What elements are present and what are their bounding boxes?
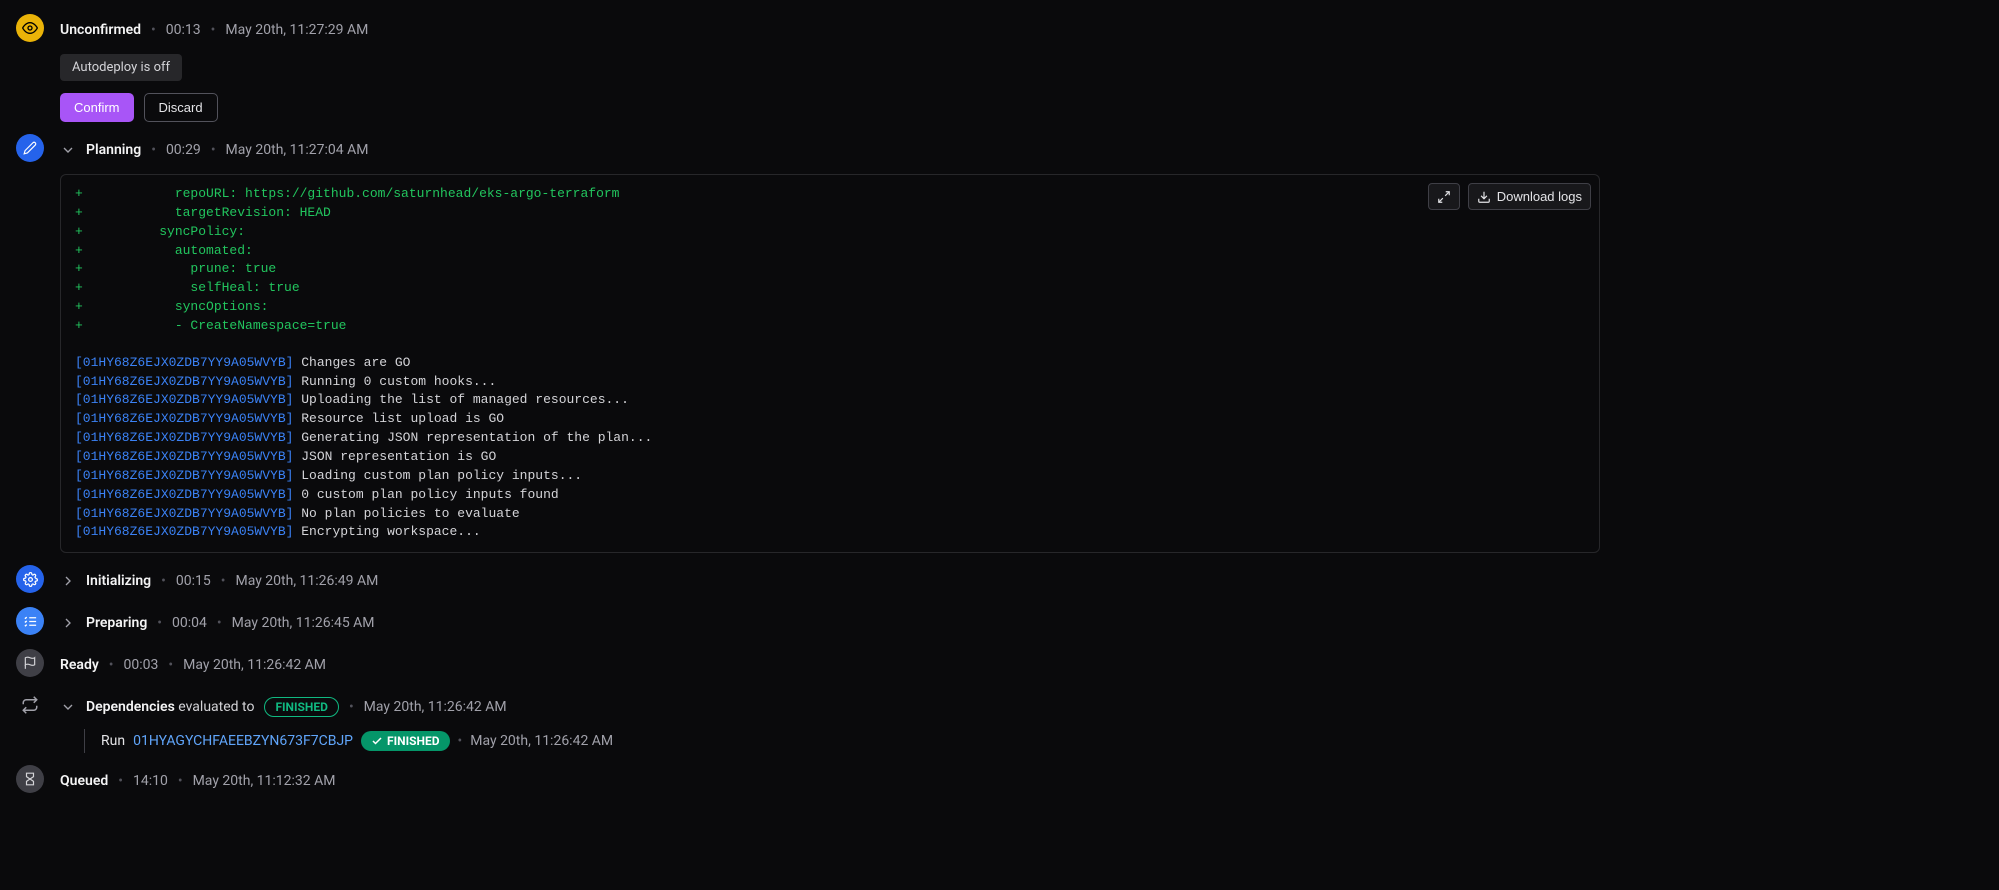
separator-dot: • <box>211 22 216 38</box>
download-logs-button[interactable]: Download logs <box>1468 183 1591 210</box>
pencil-icon <box>16 134 44 162</box>
log-id: [01HY68Z6EJX0ZDB7YY9A05WVYB] <box>75 374 293 389</box>
chevron-right-icon[interactable] <box>60 573 76 589</box>
arrows-icon <box>16 691 44 719</box>
separator-dot: • <box>211 142 216 158</box>
stage-title: Ready <box>60 657 99 673</box>
log-id: [01HY68Z6EJX0ZDB7YY9A05WVYB] <box>75 430 293 445</box>
flag-icon <box>16 649 44 677</box>
download-icon <box>1477 190 1491 204</box>
hourglass-icon <box>16 765 44 793</box>
expand-icon <box>1437 190 1451 204</box>
stage-title: Queued <box>60 773 108 789</box>
eye-icon <box>16 14 44 42</box>
status-pill-finished: FINISHED <box>264 697 338 717</box>
separator-dot: • <box>161 573 166 589</box>
stage-timestamp: May 20th, 11:27:04 AM <box>226 142 369 158</box>
stage-ready: Ready • 00:03 • May 20th, 11:26:42 AM <box>16 651 1983 679</box>
dependency-run-row: Run 01HYAGYCHFAEEBZYN673F7CBJP FINISHED … <box>84 729 1983 753</box>
separator-dot: • <box>178 773 183 789</box>
log-id: [01HY68Z6EJX0ZDB7YY9A05WVYB] <box>75 355 293 370</box>
stage-duration: 00:29 <box>166 142 201 158</box>
log-id: [01HY68Z6EJX0ZDB7YY9A05WVYB] <box>75 392 293 407</box>
separator-dot: • <box>109 657 114 673</box>
chevron-down-icon[interactable] <box>60 142 76 158</box>
stage-queued: Queued • 14:10 • May 20th, 11:12:32 AM <box>16 767 1983 795</box>
stage-timestamp: May 20th, 11:12:32 AM <box>193 773 336 789</box>
separator-dot: • <box>221 573 226 589</box>
log-id: [01HY68Z6EJX0ZDB7YY9A05WVYB] <box>75 506 293 521</box>
checklist-icon <box>16 607 44 635</box>
chevron-right-icon[interactable] <box>60 615 76 631</box>
separator-dot: • <box>151 142 156 158</box>
autodeploy-badge: Autodeploy is off <box>60 54 182 81</box>
log-id: [01HY68Z6EJX0ZDB7YY9A05WVYB] <box>75 524 293 539</box>
stage-dependencies: Dependencies evaluated to FINISHED • May… <box>16 693 1983 753</box>
check-icon <box>371 735 383 747</box>
expand-button[interactable] <box>1428 183 1460 210</box>
run-status-pill: FINISHED <box>361 731 449 751</box>
log-id: [01HY68Z6EJX0ZDB7YY9A05WVYB] <box>75 468 293 483</box>
run-timestamp: May 20th, 11:26:42 AM <box>470 733 613 749</box>
log-panel: Download logs + repoURL: https://github.… <box>60 174 1600 553</box>
separator-dot: • <box>458 733 463 749</box>
stage-timestamp: May 20th, 11:26:45 AM <box>232 615 375 631</box>
stage-title: Unconfirmed <box>60 22 141 38</box>
stage-timestamp: May 20th, 11:27:29 AM <box>225 22 368 38</box>
stage-timestamp: May 20th, 11:26:49 AM <box>235 573 378 589</box>
log-id: [01HY68Z6EJX0ZDB7YY9A05WVYB] <box>75 487 293 502</box>
stage-timestamp: May 20th, 11:26:42 AM <box>183 657 326 673</box>
stage-duration: 00:13 <box>166 22 201 38</box>
stage-duration: 14:10 <box>133 773 168 789</box>
stage-duration: 00:04 <box>172 615 207 631</box>
stage-duration: 00:03 <box>124 657 159 673</box>
log-id: [01HY68Z6EJX0ZDB7YY9A05WVYB] <box>75 411 293 426</box>
separator-dot: • <box>118 773 123 789</box>
stage-duration: 00:15 <box>176 573 211 589</box>
chevron-down-icon[interactable] <box>60 699 76 715</box>
log-block: [01HY68Z6EJX0ZDB7YY9A05WVYB] Changes are… <box>75 354 1585 542</box>
stage-title: Planning <box>86 142 141 158</box>
stage-title: Preparing <box>86 615 147 631</box>
diff-block: + repoURL: https://github.com/saturnhead… <box>75 185 1585 336</box>
stage-unconfirmed: Unconfirmed • 00:13 • May 20th, 11:27:29… <box>16 16 1983 122</box>
stage-preparing: Preparing • 00:04 • May 20th, 11:26:45 A… <box>16 609 1983 637</box>
run-id-link[interactable]: 01HYAGYCHFAEEBZYN673F7CBJP <box>133 733 353 749</box>
discard-button[interactable]: Discard <box>144 93 218 122</box>
stage-timestamp: May 20th, 11:26:42 AM <box>364 699 507 715</box>
separator-dot: • <box>168 657 173 673</box>
stage-title: Dependencies evaluated to <box>86 699 254 715</box>
stage-planning: Planning • 00:29 • May 20th, 11:27:04 AM… <box>16 136 1983 553</box>
log-id: [01HY68Z6EJX0ZDB7YY9A05WVYB] <box>75 449 293 464</box>
confirm-button[interactable]: Confirm <box>60 93 134 122</box>
separator-dot: • <box>217 615 222 631</box>
stage-initializing: Initializing • 00:15 • May 20th, 11:26:4… <box>16 567 1983 595</box>
separator-dot: • <box>349 699 354 715</box>
download-label: Download logs <box>1497 189 1582 204</box>
separator-dot: • <box>157 615 162 631</box>
run-label: Run <box>101 733 125 749</box>
gear-icon <box>16 565 44 593</box>
separator-dot: • <box>151 22 156 38</box>
stage-title: Initializing <box>86 573 151 589</box>
